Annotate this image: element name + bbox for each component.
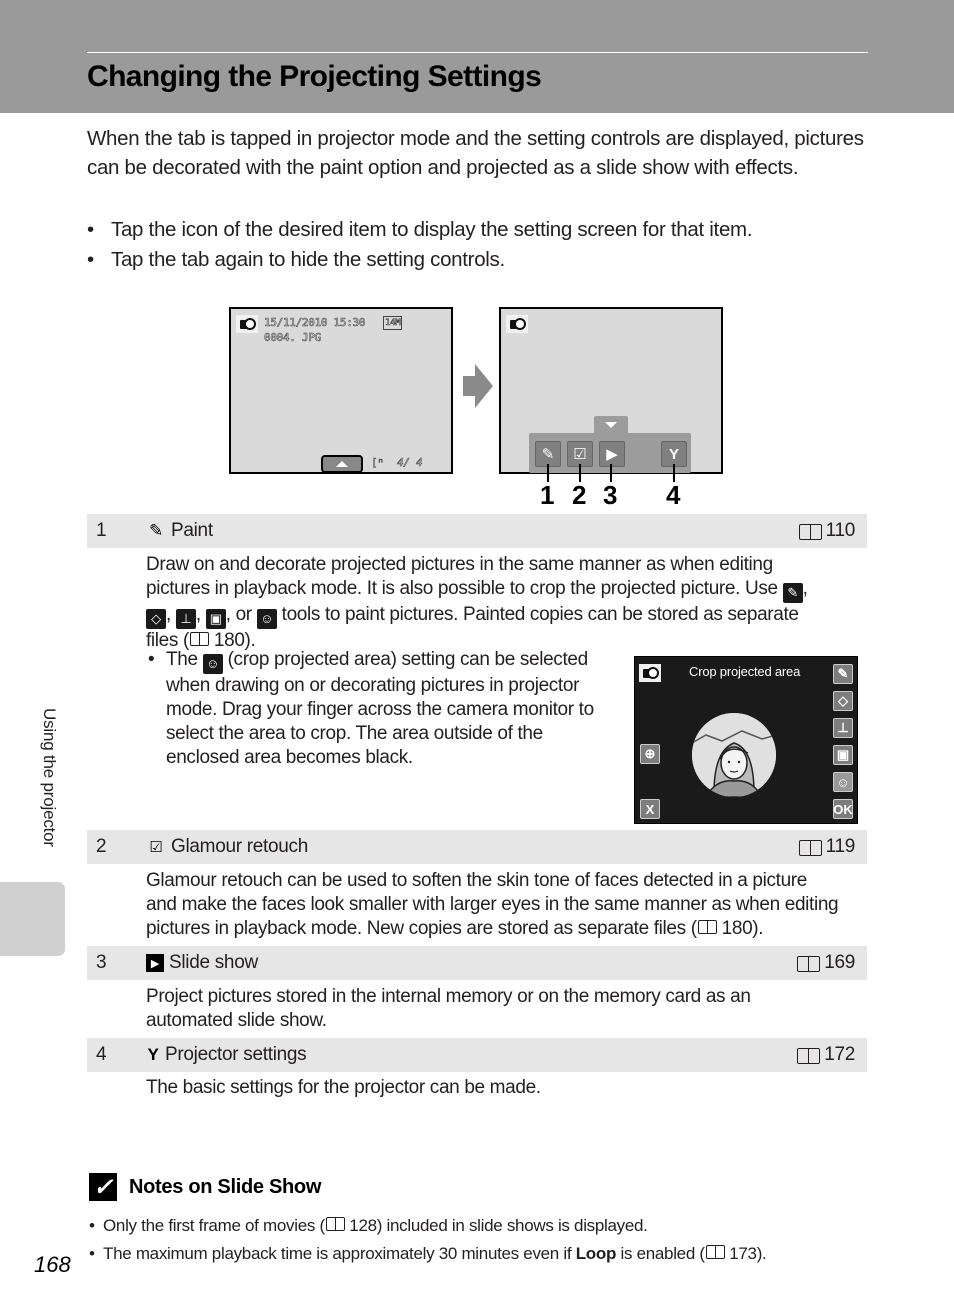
crop-icon: ☺ xyxy=(202,654,223,674)
section-tab[interactable] xyxy=(0,882,65,956)
stamp-icon[interactable]: ⊥ xyxy=(833,718,853,738)
image-size-icon: 14M xyxy=(383,316,403,330)
item-body-projector-settings: The basic settings for the projector can… xyxy=(146,1077,541,1098)
glamour-retouch-icon: ☑ xyxy=(573,446,587,463)
stamp-icon: ⊥ xyxy=(175,609,196,629)
hide-controls-tab[interactable] xyxy=(594,416,628,434)
callout-number: 3 xyxy=(603,480,618,510)
intro-paragraph: When the tab is tapped in projector mode… xyxy=(87,127,864,179)
pencil-icon: ✎ xyxy=(782,583,803,603)
note-item: The maximum playback time is approximate… xyxy=(89,1240,767,1268)
item-number: 3 xyxy=(96,952,107,973)
projector-settings-icon: Y xyxy=(668,445,679,463)
intro-bullet: Tap the icon of the desired item to disp… xyxy=(87,215,867,245)
cancel-button[interactable]: X xyxy=(640,799,660,819)
slide-show-icon: ▶ xyxy=(146,954,164,972)
projector-icon xyxy=(506,315,528,333)
crop-projected-area-screen: Crop projected area ✎ ◇ ⊥ ▣ ☺ ⊕ X OK xyxy=(634,656,858,824)
datetime-readout: 15/11/2010 15:30 xyxy=(264,316,366,330)
arrow-right-icon xyxy=(463,364,493,408)
item-title: Projector settings xyxy=(165,1044,307,1065)
book-icon xyxy=(705,1244,725,1259)
crop-screen-title: Crop projected area xyxy=(689,664,801,679)
crop-icon[interactable]: ☺ xyxy=(833,772,853,792)
book-icon xyxy=(697,919,717,934)
item-number: 1 xyxy=(96,520,107,541)
item-title: Paint xyxy=(171,520,213,541)
callout-number: 2 xyxy=(572,480,587,510)
intro-bullet: Tap the tab again to hide the setting co… xyxy=(87,245,867,275)
item-row-slide-show: 3 ▶ Slide show 169 xyxy=(87,946,867,980)
camera-screen-after: ✎ ☑ ▶ Y xyxy=(499,307,723,474)
page-ref[interactable]: 110 xyxy=(826,520,856,542)
page-title: Changing the Projecting Settings xyxy=(87,60,542,93)
slide-show-button[interactable]: ▶ xyxy=(599,441,625,467)
tab-up-arrow-icon xyxy=(336,461,348,467)
book-icon xyxy=(796,1047,821,1064)
item-body-slide-show: Project pictures stored in the internal … xyxy=(146,986,751,1031)
ok-button[interactable]: OK xyxy=(833,799,853,819)
eraser-icon[interactable]: ◇ xyxy=(833,691,853,711)
item-row-paint: 1 ✎ Paint 110 xyxy=(87,514,867,548)
memory-icon: [ⁿ xyxy=(371,456,385,470)
filename-readout: 0004. JPG xyxy=(264,331,322,345)
page-number: 168 xyxy=(34,1252,71,1277)
crop-note-bullet: The ☺ (crop projected area) setting can … xyxy=(146,648,616,770)
page-ref[interactable]: 169 xyxy=(824,952,855,974)
item-body-glamour-retouch: Glamour retouch can be used to soften th… xyxy=(146,870,839,939)
camera-screen-before: 15/11/2010 15:30 14M 0004. JPG [ⁿ 4/ 4 xyxy=(229,307,453,474)
item-title: Glamour retouch xyxy=(171,836,309,857)
portrait-illustration xyxy=(692,713,776,797)
book-icon xyxy=(189,631,209,646)
frame-icon: ▣ xyxy=(205,609,226,629)
frame-icon[interactable]: ▣ xyxy=(833,745,853,765)
page-ref[interactable]: 119 xyxy=(826,836,856,858)
check-mark-icon: ✓ xyxy=(89,1173,117,1201)
zoom-in-icon[interactable]: ⊕ xyxy=(640,744,660,764)
page-ref[interactable]: 172 xyxy=(824,1044,855,1066)
book-icon xyxy=(796,955,821,972)
book-icon xyxy=(798,839,822,856)
item-row-glamour-retouch: 2 ☑ Glamour retouch 119 xyxy=(87,830,867,864)
paint-icon: ✎ xyxy=(541,446,555,463)
callout-number: 1 xyxy=(540,480,555,510)
note-item: Only the first frame of movies ( 128) in… xyxy=(89,1212,766,1240)
paint-icon: ✎ xyxy=(149,521,163,540)
item-body-paint: Draw on and decorate projected pictures … xyxy=(146,554,808,651)
pencil-icon[interactable]: ✎ xyxy=(833,664,853,684)
projector-icon xyxy=(236,315,258,333)
book-icon xyxy=(798,523,822,540)
tab-down-arrow-icon xyxy=(605,422,617,428)
callout-number: 4 xyxy=(666,480,681,510)
crop-icon: ☺ xyxy=(256,609,277,629)
notes-title: Notes on Slide Show xyxy=(129,1175,322,1198)
book-icon xyxy=(325,1216,345,1231)
notes-list: Only the first frame of movies ( 128) in… xyxy=(89,1212,767,1268)
item-row-projector-settings: 4 Y Projector settings 172 xyxy=(87,1038,867,1072)
projector-settings-icon: Y xyxy=(147,1045,159,1064)
item-number: 2 xyxy=(96,836,107,857)
intro-bullets: Tap the icon of the desired item to disp… xyxy=(87,215,867,275)
cropped-portrait-image xyxy=(692,713,776,797)
frame-counter: 4/ 4 xyxy=(397,456,423,470)
item-title: Slide show xyxy=(169,952,258,973)
item-number: 4 xyxy=(96,1044,107,1065)
eraser-icon: ◇ xyxy=(146,609,166,629)
header-band: Changing the Projecting Settings xyxy=(0,0,954,113)
header-rule xyxy=(87,52,868,53)
section-tab-label: Using the projector xyxy=(40,708,59,847)
glamour-retouch-icon: ☑ xyxy=(149,839,163,856)
show-controls-tab[interactable] xyxy=(321,455,363,473)
projector-icon xyxy=(639,664,661,682)
notes-heading: ✓ Notes on Slide Show xyxy=(89,1173,321,1201)
slide-show-icon: ▶ xyxy=(606,446,618,463)
